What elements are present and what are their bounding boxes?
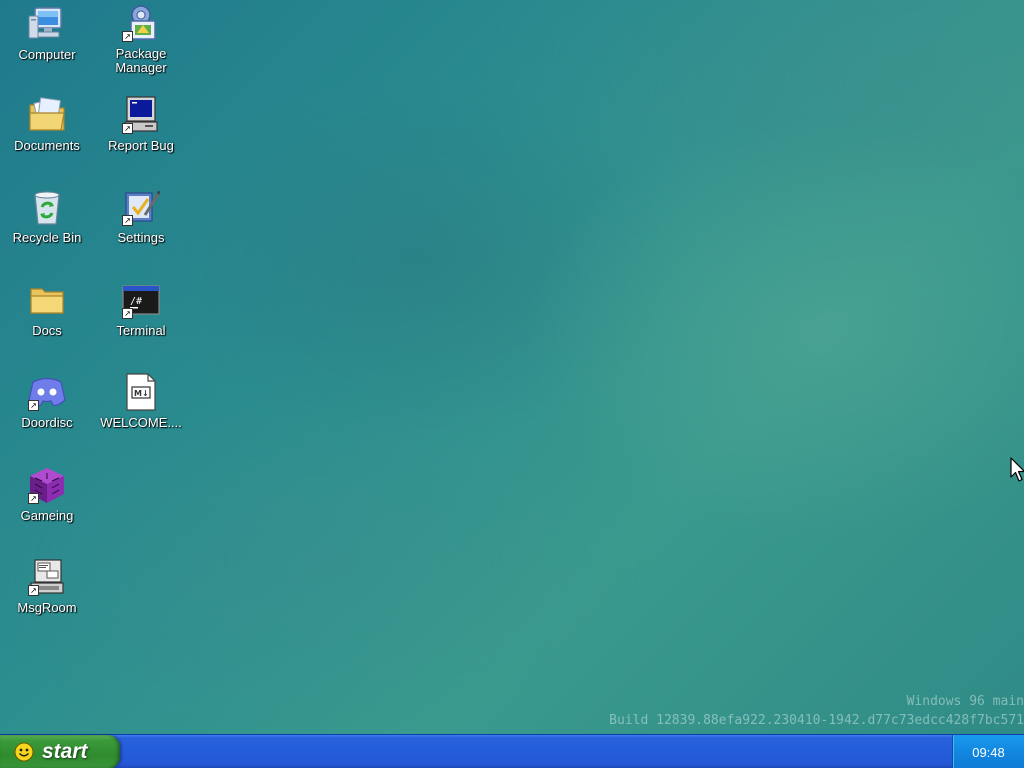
shortcut-arrow-icon: ↗ [122, 31, 133, 42]
shortcut-arrow-icon: ↗ [122, 308, 133, 319]
desktop-icon-docs[interactable]: Docs [1, 280, 93, 338]
clock[interactable]: 09:48 [972, 745, 1005, 760]
terminal-icon: /# ↗ [121, 280, 161, 320]
shortcut-arrow-icon: ↗ [122, 123, 133, 134]
start-label: start [42, 740, 88, 763]
svg-text:M↓: M↓ [134, 389, 149, 398]
desktop-icon-welcome-file[interactable]: M↓ WELCOME.... [95, 372, 187, 430]
desktop-icon-terminal[interactable]: /# ↗ Terminal [95, 280, 187, 338]
desktop-icon-label: Doordisc [21, 415, 73, 430]
msgroom-icon: ↗ [27, 557, 67, 597]
desktop-icon-computer[interactable]: Computer [1, 4, 93, 62]
svg-text:/#: /# [130, 296, 142, 307]
desktop-icon-label: Settings [117, 230, 165, 245]
desktop-icon-label: Docs [32, 323, 62, 338]
desktop-icon-msgroom[interactable]: ↗ MsgRoom [1, 557, 93, 615]
desktop-icon-documents[interactable]: Documents [1, 95, 93, 153]
mouse-cursor-icon [1010, 457, 1024, 482]
documents-folder-icon [27, 95, 67, 135]
desktop-icon-settings[interactable]: ↗ Settings [95, 187, 187, 245]
desktop-icon-label: Report Bug [108, 138, 174, 153]
smiley-icon [14, 742, 34, 762]
desktop-icon-label: Gameing [20, 508, 74, 523]
desktop-icon-label: MsgRoom [17, 600, 77, 615]
taskbar: start 09:48 [0, 734, 1024, 768]
desktop-icon-package-manager[interactable]: ↗ Package Manager [95, 3, 187, 75]
system-tray: 09:48 [952, 735, 1024, 768]
start-button[interactable]: start [0, 735, 120, 768]
gameing-cube-icon: ↗ [27, 465, 67, 505]
shortcut-arrow-icon: ↗ [122, 215, 133, 226]
markdown-file-icon: M↓ [121, 372, 161, 412]
desktop-icon-recycle-bin[interactable]: Recycle Bin [1, 187, 93, 245]
desktop-icon-label: Documents [14, 138, 80, 153]
desktop-icon-label: Package Manager [115, 46, 167, 75]
recycle-bin-icon [27, 187, 67, 227]
shortcut-arrow-icon: ↗ [28, 400, 39, 411]
desktop-icon-gameing[interactable]: ↗ Gameing [1, 465, 93, 523]
desktop-icon-doordisc[interactable]: ↗ Doordisc [1, 372, 93, 430]
desktop-icon-report-bug[interactable]: ↗ Report Bug [95, 95, 187, 153]
build-watermark: Windows 96 main Build 12839.88efa922.230… [609, 692, 1024, 730]
report-bug-icon: ↗ [121, 95, 161, 135]
watermark-build-string: Build 12839.88efa922.230410-1942.d77c73e… [609, 713, 1024, 728]
desktop-icon-label: Computer [18, 47, 76, 62]
package-manager-icon: ↗ [121, 3, 161, 43]
doordisc-icon: ↗ [27, 372, 67, 412]
desktop-icon-label: Recycle Bin [12, 230, 82, 245]
shortcut-arrow-icon: ↗ [28, 493, 39, 504]
computer-icon [27, 4, 67, 44]
watermark-os-name: Windows 96 main [906, 694, 1024, 709]
desktop-icon-label: Terminal [116, 323, 166, 338]
folder-icon [27, 280, 67, 320]
shortcut-arrow-icon: ↗ [28, 585, 39, 596]
settings-icon: ↗ [121, 187, 161, 227]
desktop-icon-label: WELCOME.... [100, 415, 182, 430]
